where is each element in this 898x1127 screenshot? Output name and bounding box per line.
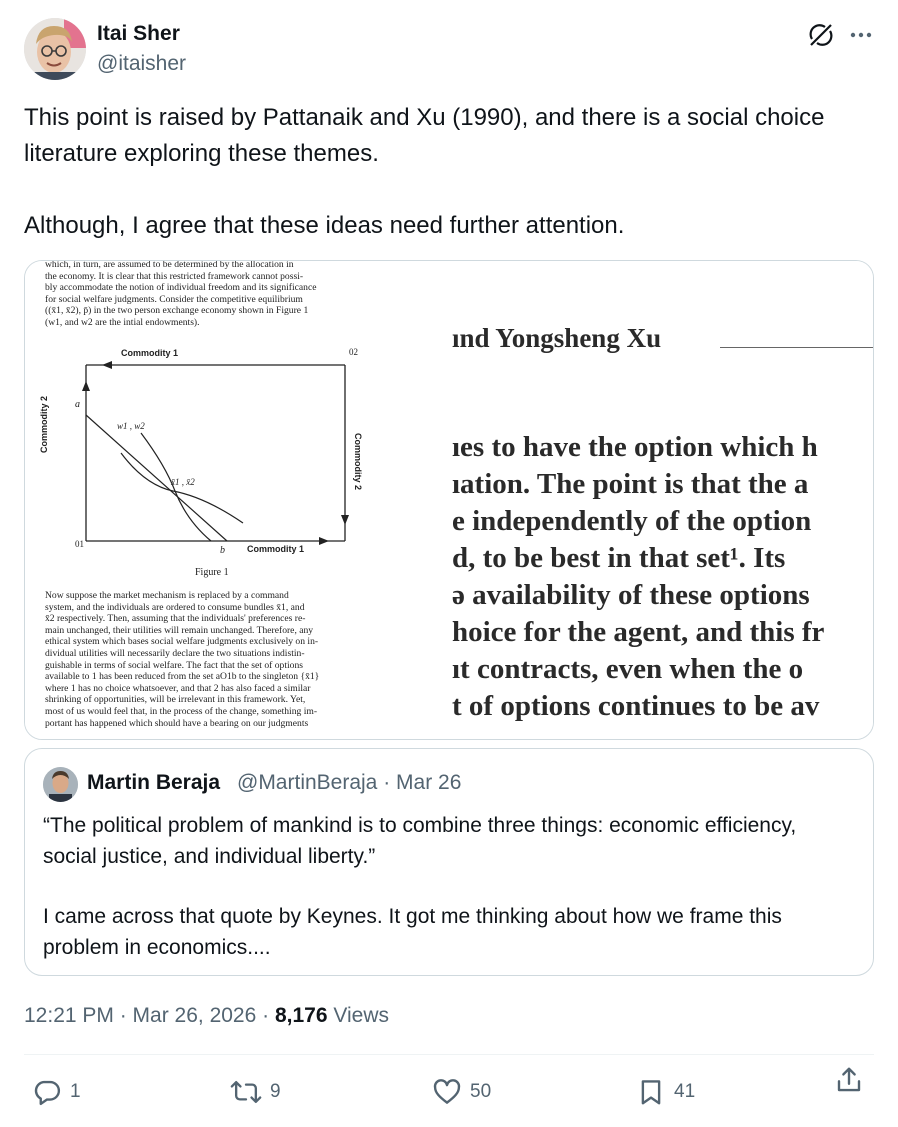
figure-caption: Figure 1 (195, 567, 229, 578)
author-handle[interactable]: @itaisher (97, 52, 186, 76)
quoted-paragraph: “The political problem of mankind is to … (43, 814, 797, 868)
repost-button[interactable]: 9 (230, 1072, 281, 1112)
paper-line: hoice for the agent, and this fr (452, 616, 825, 648)
like-count: 50 (470, 1081, 492, 1102)
reply-count: 1 (70, 1081, 81, 1102)
action-bar: 1 9 50 41 (24, 1060, 874, 1120)
figure-label-a: a (75, 399, 80, 410)
bookmark-button[interactable]: 41 (636, 1072, 695, 1112)
paper-line: ə availability of these options (452, 579, 810, 611)
repost-count: 9 (270, 1081, 281, 1102)
paper-line: t of options continues to be av (452, 690, 820, 722)
share-button[interactable] (834, 1060, 864, 1100)
bookmark-icon (641, 1080, 661, 1105)
timestamp-text[interactable]: 12:21 PM · Mar 26, 2026 · (24, 1004, 275, 1027)
author-name[interactable]: Itai Sher (97, 22, 180, 46)
bookmark-count: 41 (674, 1081, 696, 1102)
quoted-author-meta: @MartinBeraja · Mar 26 (237, 771, 462, 794)
figure-label-commodity-left: Commodity 2 (39, 395, 49, 453)
heading-rule (720, 347, 873, 348)
tweet-header: Itai Sher @itaisher (24, 18, 874, 82)
figure-label-w: w1 , w2 (117, 421, 145, 431)
views-count: 8,176 (274, 1004, 328, 1027)
figure-label-origin-1: 01 (75, 539, 84, 549)
quoted-text: “The political problem of mankind is to … (43, 811, 853, 963)
quoted-tweet[interactable]: Martin Beraja @MartinBeraja · Mar 26 “Th… (24, 748, 874, 976)
paper-line: e independently of the option (452, 505, 812, 537)
reply-button[interactable]: 1 (32, 1072, 81, 1112)
heart-icon (433, 1079, 461, 1104)
paper-line: ıation. The point is that the a (452, 468, 809, 500)
views-label: Views (327, 1004, 390, 1027)
tweet-paragraph: Although, I agree that these ideas need … (24, 212, 625, 239)
tweet-timestamp: 12:21 PM · Mar 26, 2026 · 8,176 Views (24, 1004, 389, 1028)
quoted-paragraph: I came across that quote by Keynes. It g… (43, 905, 782, 959)
author-avatar[interactable] (24, 18, 86, 80)
reply-icon (34, 1080, 61, 1106)
divider (24, 1054, 874, 1055)
tweet-media[interactable]: which, in turn, are assumed to be determ… (24, 260, 874, 740)
tweet-paragraph: This point is raised by Pattanaik and Xu… (24, 104, 825, 167)
repost-icon (230, 1080, 262, 1104)
paper-heading: ınd Yongsheng Xu (452, 323, 662, 353)
figure-label-x: x̄1 , x̄2 (171, 477, 195, 487)
media-image-paper-zoom[interactable]: ınd Yongsheng Xu ıes to have the option … (431, 261, 873, 739)
figure-label-commodity-bottom: Commodity 1 (247, 544, 305, 554)
figure-label-commodity-top: Commodity 1 (121, 348, 179, 358)
grok-slash-icon[interactable] (808, 22, 834, 48)
paper-line: d, to be best in that set¹. Its (452, 542, 786, 574)
figure-label-b: b (220, 545, 225, 556)
figure-label-origin-2: 02 (349, 347, 358, 357)
paper-line: ıt contracts, even when the o (452, 653, 804, 685)
tweet-text: This point is raised by Pattanaik and Xu… (24, 100, 874, 244)
paper-text-bottom: Now suppose the market mechanism is repl… (45, 590, 320, 729)
more-horizontal-icon[interactable] (848, 22, 874, 48)
figure-label-commodity-right: Commodity 2 (353, 433, 363, 491)
like-button[interactable]: 50 (432, 1072, 491, 1112)
paper-text-top: which, in turn, are assumed to be determ… (45, 260, 317, 328)
media-image-paper-figure[interactable]: which, in turn, are assumed to be determ… (25, 260, 431, 739)
quoted-author-avatar[interactable] (43, 767, 78, 802)
figure-1-edgeworth-box (82, 361, 349, 545)
share-icon (837, 1067, 861, 1092)
paper-line: ıes to have the option which h (452, 431, 818, 463)
quoted-author-name: Martin Beraja (87, 771, 221, 794)
